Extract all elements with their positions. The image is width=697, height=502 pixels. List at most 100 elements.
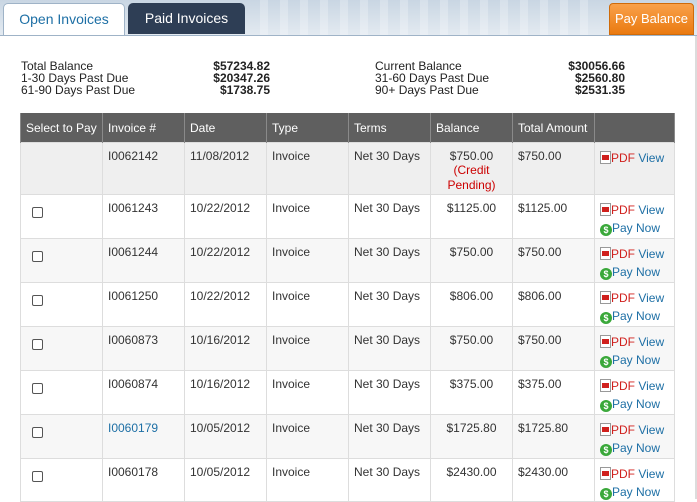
terms-cell: Net 30 Days (348, 326, 431, 371)
summary-label: 61-90 Days Past Due (21, 83, 136, 97)
pay-now-link[interactable]: Pay Now (612, 397, 660, 411)
date-cell: 10/05/2012 (184, 414, 267, 459)
total-amount-cell: $1725.80 (512, 414, 595, 459)
invoice-number: I0060873 (108, 333, 159, 347)
pdf-file-icon[interactable] (600, 379, 611, 392)
pdf-file-icon[interactable] (600, 247, 611, 260)
balance-value: $375.00 (449, 377, 494, 391)
view-link[interactable]: View (638, 379, 664, 393)
pdf-file-icon[interactable] (600, 291, 611, 304)
view-link[interactable]: View (638, 467, 664, 481)
pay-now-link[interactable]: Pay Now (612, 309, 660, 323)
select-cell (20, 194, 103, 239)
pay-balance-button[interactable]: Pay Balance (609, 3, 694, 35)
pdf-link[interactable]: PDF (611, 291, 635, 305)
select-cell (20, 238, 103, 283)
select-checkbox[interactable] (32, 295, 43, 306)
dollar-icon[interactable]: $ (600, 444, 612, 456)
tab-paid-invoices[interactable]: Paid Invoices (128, 3, 245, 34)
type-cell: Invoice (266, 326, 349, 371)
pdf-link[interactable]: PDF (611, 151, 635, 165)
invoice-number-cell: I0062142 (102, 142, 185, 195)
view-link[interactable]: View (638, 291, 664, 305)
dollar-icon[interactable]: $ (600, 400, 612, 412)
dollar-icon[interactable]: $ (600, 224, 612, 236)
invoice-number: I0060178 (108, 465, 159, 479)
terms-cell: Net 30 Days (348, 238, 431, 283)
select-checkbox[interactable] (32, 339, 43, 350)
tab-open-invoices[interactable]: Open Invoices (3, 3, 125, 35)
pay-now-link[interactable]: Pay Now (612, 221, 660, 235)
invoice-number[interactable]: I0060179 (108, 421, 158, 435)
pdf-link[interactable]: PDF (611, 247, 635, 261)
pay-now-link[interactable]: Pay Now (612, 441, 660, 455)
date-cell: 10/22/2012 (184, 194, 267, 239)
select-checkbox[interactable] (32, 383, 43, 394)
table-row: I0060179 10/05/2012 Invoice Net 30 Days $172… (20, 414, 675, 459)
invoice-number: I0061244 (108, 245, 159, 259)
pdf-link[interactable]: PDF (611, 467, 635, 481)
pay-now-link[interactable]: Pay Now (612, 353, 660, 367)
terms-cell: Net 30 Days (348, 282, 431, 327)
invoice-number: I0061243 (108, 201, 159, 215)
select-cell (20, 142, 103, 195)
balance-cell: $750.00 (430, 326, 513, 371)
credit-pending-note: (Credit Pending) (447, 163, 496, 192)
view-link[interactable]: View (638, 151, 664, 165)
balance-cell: $2430.00 (430, 458, 513, 502)
terms-cell: Net 30 Days (348, 370, 431, 415)
pdf-file-icon[interactable] (600, 423, 611, 436)
select-cell (20, 326, 103, 371)
total-amount-cell: $750.00 (512, 238, 595, 283)
select-checkbox[interactable] (32, 471, 43, 482)
dollar-icon[interactable]: $ (600, 268, 612, 280)
pdf-file-icon[interactable] (600, 203, 611, 216)
invoice-number-cell: I0060179 (102, 414, 185, 459)
invoice-number-cell: I0061250 (102, 282, 185, 327)
pay-now-link[interactable]: Pay Now (612, 485, 660, 499)
type-cell: Invoice (266, 142, 349, 195)
invoice-number: I0060874 (108, 377, 159, 391)
select-checkbox[interactable] (32, 427, 43, 438)
terms-cell: Net 30 Days (348, 194, 431, 239)
balance-cell: $750.00 (Credit Pending) (430, 142, 513, 195)
summary-value: $1738.75 (219, 83, 270, 97)
select-checkbox[interactable] (32, 207, 43, 218)
pdf-link[interactable]: PDF (611, 423, 635, 437)
invoice-number-cell: I0061244 (102, 238, 185, 283)
date-cell: 10/16/2012 (184, 370, 267, 415)
view-link[interactable]: View (638, 247, 664, 261)
dollar-icon[interactable]: $ (600, 488, 612, 500)
type-cell: Invoice (266, 194, 349, 239)
pay-now-link[interactable]: Pay Now (612, 265, 660, 279)
pdf-link[interactable]: PDF (611, 203, 635, 217)
actions-cell: PDF View (594, 142, 675, 195)
dollar-icon[interactable]: $ (600, 356, 612, 368)
invoice-number-cell: I0060873 (102, 326, 185, 371)
pdf-file-icon[interactable] (600, 151, 611, 164)
pdf-file-icon[interactable] (600, 467, 611, 480)
pdf-link[interactable]: PDF (611, 335, 635, 349)
balance-value: $1725.80 (446, 421, 497, 435)
invoice-number-cell: I0060874 (102, 370, 185, 415)
actions-cell: PDF View $ Pay Now (594, 194, 675, 239)
view-link[interactable]: View (638, 335, 664, 349)
table-row: I0062142 11/08/2012 Invoice Net 30 Days $750… (20, 142, 675, 195)
type-cell: Invoice (266, 238, 349, 283)
view-link[interactable]: View (638, 203, 664, 217)
balance-cell: $1125.00 (430, 194, 513, 239)
select-checkbox[interactable] (32, 251, 43, 262)
view-link[interactable]: View (638, 423, 664, 437)
total-amount-cell: $750.00 (512, 326, 595, 371)
dollar-icon[interactable]: $ (600, 312, 612, 324)
date-cell: 10/05/2012 (184, 458, 267, 502)
pdf-link[interactable]: PDF (611, 379, 635, 393)
terms-cell: Net 30 Days (348, 142, 431, 195)
balance-cell: $375.00 (430, 370, 513, 415)
total-amount-cell: $806.00 (512, 282, 595, 327)
invoice-number-cell: I0060178 (102, 458, 185, 502)
pdf-file-icon[interactable] (600, 335, 611, 348)
col-header-terms: Terms (348, 113, 431, 143)
actions-cell: PDF View $ Pay Now (594, 326, 675, 371)
select-cell (20, 282, 103, 327)
